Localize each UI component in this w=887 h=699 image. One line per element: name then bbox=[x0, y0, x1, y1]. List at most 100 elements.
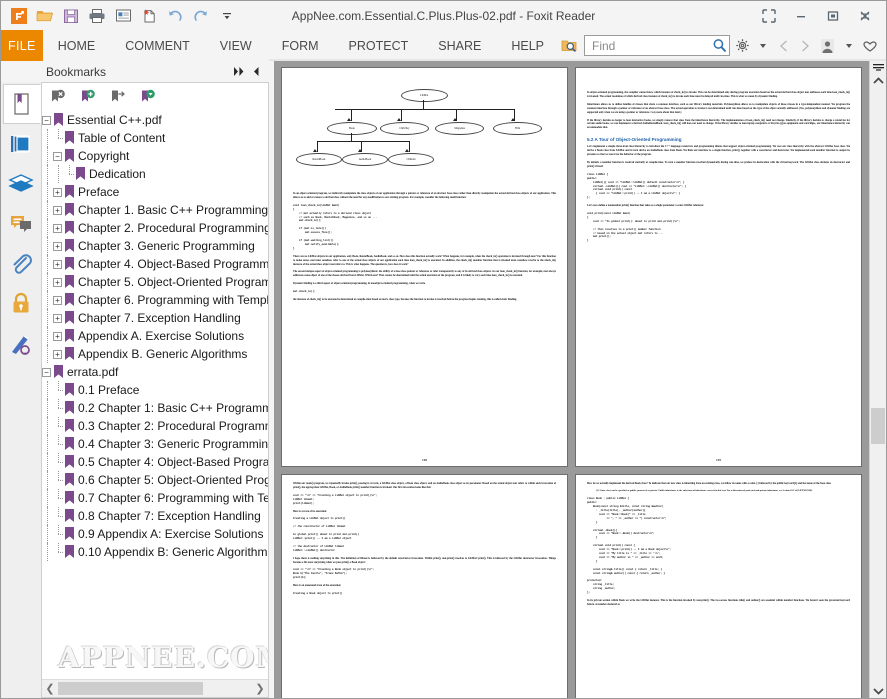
open-file-icon[interactable] bbox=[32, 4, 58, 28]
settings-dropdown-caret-icon[interactable] bbox=[754, 35, 772, 57]
scroll-down-arrow-icon[interactable] bbox=[870, 684, 886, 698]
horizontal-scroll-track[interactable] bbox=[58, 681, 252, 696]
tree-toggle-icon[interactable]: + bbox=[53, 331, 62, 341]
previous-view-icon[interactable] bbox=[775, 35, 793, 57]
bookmark-item[interactable]: 0.8 Chapter 7: Exception Handling bbox=[42, 507, 268, 525]
menu-tab-view[interactable]: VIEW bbox=[205, 30, 267, 61]
bookmark-item[interactable]: + Chapter 6. Programming with Templates bbox=[42, 291, 268, 309]
bookmark-item[interactable]: 0.6 Chapter 5: Object-Oriented Programmi… bbox=[42, 471, 268, 489]
bookmark-item[interactable]: − Essential C++.pdf bbox=[42, 111, 268, 129]
bookmark-item[interactable]: + Chapter 5. Object-Oriented Programming bbox=[42, 273, 268, 291]
search-input[interactable] bbox=[590, 37, 712, 54]
print-icon[interactable] bbox=[84, 4, 110, 28]
menu-tab-comment[interactable]: COMMENT bbox=[110, 30, 205, 61]
bookmark-item[interactable]: + Chapter 4. Object-Based Programming bbox=[42, 255, 268, 273]
pdf-page-119[interactable]: In object-oriented programming, the comp… bbox=[575, 67, 862, 467]
scroll-right-arrow-icon[interactable]: ❯ bbox=[252, 682, 268, 695]
scroll-up-arrow-icon[interactable] bbox=[870, 74, 886, 88]
tree-toggle-icon[interactable]: + bbox=[53, 241, 62, 251]
security-panel-icon[interactable] bbox=[2, 284, 40, 324]
tree-toggle-icon[interactable]: − bbox=[53, 151, 62, 161]
bookmark-item[interactable]: + Preface bbox=[42, 183, 268, 201]
settings-gear-icon[interactable] bbox=[733, 35, 751, 57]
close-button[interactable] bbox=[850, 4, 880, 28]
tree-toggle-icon[interactable]: + bbox=[53, 223, 62, 233]
customize-toolbar-icon[interactable] bbox=[214, 4, 240, 28]
document-vertical-scrollbar[interactable] bbox=[869, 61, 886, 698]
bookmark-item[interactable]: − Copyright bbox=[42, 147, 268, 165]
bookmark-item[interactable]: 0.1 Preface bbox=[42, 381, 268, 399]
magnifier-icon[interactable] bbox=[712, 38, 727, 53]
bookmark-item[interactable]: + Chapter 7. Exception Handling bbox=[42, 309, 268, 327]
bookmarks-tree[interactable]: − Essential C++.pdf Table of Content − Copyr… bbox=[42, 110, 268, 679]
split-view-icon[interactable] bbox=[870, 61, 886, 74]
bookmarks-horizontal-scrollbar[interactable]: ❮ ❯ bbox=[42, 679, 268, 697]
horizontal-scroll-thumb[interactable] bbox=[58, 682, 203, 695]
tree-toggle-icon[interactable]: − bbox=[42, 115, 51, 125]
tree-toggle-icon[interactable]: + bbox=[53, 187, 62, 197]
pdf-page-120[interactable]: Within our main() program, we repeatedly… bbox=[281, 474, 568, 698]
tree-toggle-icon[interactable]: + bbox=[53, 205, 62, 215]
restore-layout-button[interactable] bbox=[754, 4, 784, 28]
account-dropdown-caret-icon[interactable] bbox=[840, 35, 858, 57]
foxit-logo-icon[interactable] bbox=[6, 4, 32, 28]
menu-tab-home[interactable]: HOME bbox=[43, 30, 111, 61]
attachments-panel-icon[interactable] bbox=[2, 244, 40, 284]
bookmark-item[interactable]: 0.7 Chapter 6: Programming with Template… bbox=[42, 489, 268, 507]
undo-icon[interactable] bbox=[162, 4, 188, 28]
delete-bookmark-icon[interactable] bbox=[50, 89, 68, 105]
goto-bookmark-icon[interactable] bbox=[110, 89, 128, 105]
folder-search-icon[interactable] bbox=[559, 35, 581, 57]
menu-tab-form[interactable]: FORM bbox=[267, 30, 334, 61]
tree-toggle-icon[interactable]: + bbox=[53, 313, 62, 323]
layers-panel-icon[interactable] bbox=[2, 164, 40, 204]
find-input-wrap[interactable] bbox=[584, 35, 730, 56]
bookmark-item[interactable]: + Appendix A. Exercise Solutions bbox=[42, 327, 268, 345]
account-avatar-icon[interactable] bbox=[817, 35, 837, 57]
tree-toggle-icon[interactable]: + bbox=[53, 259, 62, 269]
bookmarks-panel-icon[interactable] bbox=[2, 84, 41, 124]
new-from-template-icon[interactable] bbox=[136, 4, 162, 28]
comments-panel-icon[interactable] bbox=[2, 204, 40, 244]
expand-panel-icon[interactable] bbox=[233, 66, 246, 77]
next-view-icon[interactable] bbox=[796, 35, 814, 57]
bookmark-item[interactable]: Dedication bbox=[42, 165, 268, 183]
vertical-scroll-track[interactable] bbox=[870, 88, 886, 684]
minimize-button[interactable] bbox=[786, 4, 816, 28]
tree-toggle-icon[interactable]: + bbox=[53, 349, 62, 359]
vertical-scroll-thumb[interactable] bbox=[871, 408, 885, 444]
bookmark-item[interactable]: 0.10 Appendix B: Generic Algorithms bbox=[42, 543, 268, 561]
menu-tab-file[interactable]: FILE bbox=[1, 30, 43, 61]
menu-tab-share[interactable]: SHARE bbox=[423, 30, 496, 61]
tree-toggle-icon[interactable]: + bbox=[53, 277, 62, 287]
bookmark-options-icon[interactable] bbox=[140, 89, 158, 105]
save-icon[interactable] bbox=[58, 4, 84, 28]
scroll-left-arrow-icon[interactable]: ❮ bbox=[42, 682, 58, 695]
menu-tab-protect[interactable]: PROTECT bbox=[334, 30, 424, 61]
bookmark-item[interactable]: 0.9 Appendix A: Exercise Solutions bbox=[42, 525, 268, 543]
collapse-panel-icon[interactable] bbox=[252, 66, 260, 77]
menu-tab-help[interactable]: HELP bbox=[496, 30, 559, 61]
bookmark-item[interactable]: + Chapter 1. Basic C++ Programming bbox=[42, 201, 268, 219]
bookmark-item[interactable]: 0.2 Chapter 1: Basic C++ Programming bbox=[42, 399, 268, 417]
bookmark-item[interactable]: − errata.pdf bbox=[42, 363, 268, 381]
tree-toggle-icon[interactable]: − bbox=[42, 367, 51, 377]
pdf-page-118[interactable]: LibMat Book ChildToy Magazine Film Renta… bbox=[281, 67, 568, 467]
signatures-panel-icon[interactable] bbox=[2, 324, 40, 364]
new-bookmark-icon[interactable] bbox=[80, 89, 98, 105]
bookmark-item[interactable]: 0.4 Chapter 3: Generic Programming bbox=[42, 435, 268, 453]
bookmark-item[interactable]: + Chapter 3. Generic Programming bbox=[42, 237, 268, 255]
bookmark-item[interactable]: 0.5 Chapter 4: Object-Based Programming bbox=[42, 453, 268, 471]
pages-panel-icon[interactable] bbox=[2, 124, 40, 164]
tree-toggle-icon[interactable]: + bbox=[53, 295, 62, 305]
bookmark-item[interactable]: + Appendix B. Generic Algorithms bbox=[42, 345, 268, 363]
pdf-page-121[interactable]: How do we actually implement the derived… bbox=[575, 474, 862, 698]
bookmark-item[interactable]: Table of Content bbox=[42, 129, 268, 147]
redo-icon[interactable] bbox=[188, 4, 214, 28]
favorites-heart-icon[interactable] bbox=[861, 35, 879, 57]
bookmark-item[interactable]: 0.3 Chapter 2: Procedural Programming bbox=[42, 417, 268, 435]
page-area[interactable]: LibMat Book ChildToy Magazine Film Renta… bbox=[274, 61, 869, 698]
maximize-button[interactable] bbox=[818, 4, 848, 28]
email-icon[interactable] bbox=[110, 4, 136, 28]
bookmark-item[interactable]: + Chapter 2. Procedural Programming bbox=[42, 219, 268, 237]
